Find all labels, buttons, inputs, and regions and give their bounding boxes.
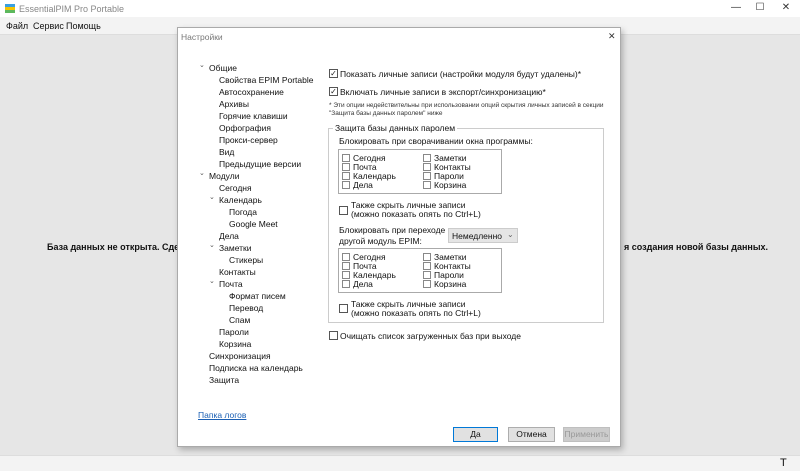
ok-button[interactable]: Да bbox=[453, 427, 498, 442]
module-checkbox[interactable] bbox=[423, 181, 431, 189]
chevron-down-icon[interactable]: ⌄ bbox=[209, 277, 215, 285]
clear-list-label: Очищать список загруженных баз при выход… bbox=[340, 331, 521, 341]
show-private-label: Показать личные записи (настройки модуля… bbox=[340, 69, 582, 79]
text-cursor-icon: T bbox=[780, 457, 787, 469]
lock-timing-select[interactable]: Немедленно ⌄ bbox=[448, 228, 518, 243]
tree-item[interactable]: Общие bbox=[209, 63, 237, 73]
menu-help[interactable]: Помощь bbox=[66, 21, 101, 31]
tree-item[interactable]: Автосохранение bbox=[219, 87, 284, 97]
hide-private-checkbox-2[interactable] bbox=[339, 304, 348, 313]
note-text-2: "Защита базы данных паролем" ниже bbox=[329, 110, 443, 117]
tree-item[interactable]: Предыдущие версии bbox=[219, 159, 301, 169]
menu-file[interactable]: Файл bbox=[6, 21, 28, 31]
app-logo-icon bbox=[5, 4, 15, 13]
tree-item[interactable]: Календарь bbox=[219, 195, 262, 205]
module-checkbox[interactable] bbox=[342, 280, 350, 288]
tree-item[interactable]: Корзина bbox=[219, 339, 251, 349]
module-label: Дела bbox=[353, 180, 373, 190]
switch-lock-label: Блокировать при переходе на bbox=[339, 225, 458, 235]
tree-item[interactable]: Модули bbox=[209, 171, 239, 181]
window-title: EssentialPIM Pro Portable bbox=[19, 4, 125, 14]
module-checkbox[interactable] bbox=[423, 154, 431, 162]
hide-private-checkbox-1[interactable] bbox=[339, 206, 348, 215]
settings-dialog: Настройки ✕ ⌄ Общие Свойства EPIM Portable… bbox=[177, 27, 621, 447]
module-checkbox[interactable] bbox=[423, 280, 431, 288]
show-private-checkbox[interactable]: ✓ bbox=[329, 69, 338, 78]
minimize-lock-label: Блокировать при сворачивании окна програ… bbox=[339, 136, 533, 146]
tree-item[interactable]: Горячие клавиши bbox=[219, 111, 288, 121]
tree-item[interactable]: Дела bbox=[219, 231, 239, 241]
tree-item[interactable]: Заметки bbox=[219, 243, 252, 253]
module-checkbox[interactable] bbox=[423, 271, 431, 279]
tree-item[interactable]: Пароли bbox=[219, 327, 249, 337]
module-checkbox[interactable] bbox=[342, 154, 350, 162]
note-text: * Эти опции недействительны при использо… bbox=[329, 102, 604, 109]
module-checkbox[interactable] bbox=[342, 172, 350, 180]
module-checkbox[interactable] bbox=[342, 181, 350, 189]
tree-item[interactable]: Защита bbox=[209, 375, 239, 385]
group-title: Защита базы данных паролем bbox=[333, 123, 458, 133]
title-bar: EssentialPIM Pro Portable — ☐ ✕ bbox=[0, 0, 800, 17]
dialog-title: Настройки bbox=[181, 32, 223, 42]
chevron-down-icon[interactable]: ⌄ bbox=[209, 193, 215, 201]
tree-item[interactable]: Подписка на календарь bbox=[209, 363, 303, 373]
tree-item[interactable]: Сегодня bbox=[219, 183, 252, 193]
tree-item[interactable]: Формат писем bbox=[229, 291, 286, 301]
module-label: Дела bbox=[353, 279, 373, 289]
tree-item[interactable]: Вид bbox=[219, 147, 234, 157]
module-checkbox[interactable] bbox=[423, 262, 431, 270]
menu-service[interactable]: Сервис bbox=[33, 21, 64, 31]
cancel-button[interactable]: Отмена bbox=[508, 427, 555, 442]
include-private-checkbox[interactable]: ✓ bbox=[329, 87, 338, 96]
clear-list-checkbox[interactable] bbox=[329, 331, 338, 340]
module-label: Корзина bbox=[434, 180, 467, 190]
tree-item[interactable]: Спам bbox=[229, 315, 250, 325]
tree-item[interactable]: Почта bbox=[219, 279, 243, 289]
close-button[interactable]: ✕ bbox=[776, 2, 796, 13]
tree-item[interactable]: Архивы bbox=[219, 99, 249, 109]
switch-lock-label-2: другой модуль EPIM: bbox=[339, 236, 422, 246]
tree-item[interactable]: Прокси-сервер bbox=[219, 135, 278, 145]
module-checkbox[interactable] bbox=[423, 172, 431, 180]
module-checkbox[interactable] bbox=[342, 262, 350, 270]
chevron-down-icon: ⌄ bbox=[507, 230, 514, 239]
status-bar: T bbox=[0, 455, 800, 471]
no-database-message: База данных не открыта. Сдела bbox=[47, 242, 190, 252]
module-checkbox[interactable] bbox=[342, 271, 350, 279]
minimize-button[interactable]: — bbox=[726, 2, 746, 13]
logs-folder-link[interactable]: Папка логов bbox=[198, 410, 246, 420]
tree-item[interactable]: Орфография bbox=[219, 123, 271, 133]
module-checkbox[interactable] bbox=[342, 163, 350, 171]
dialog-close-button[interactable]: ✕ bbox=[608, 31, 616, 42]
chevron-down-icon[interactable]: ⌄ bbox=[199, 61, 205, 69]
tree-item[interactable]: Google Meet bbox=[229, 219, 278, 229]
include-private-label: Включать личные записи в экспорт/синхрон… bbox=[340, 87, 546, 97]
tree-item[interactable]: Перевод bbox=[229, 303, 263, 313]
switch-modules-list: Сегодня Почта Календарь Дела Заметки Контакты… bbox=[338, 248, 502, 293]
minimize-modules-list: Сегодня Почта Календарь Дела Заметки Контакты… bbox=[338, 149, 502, 194]
no-database-message-end: я создания новой базы данных. bbox=[624, 242, 769, 252]
tree-item[interactable]: Контакты bbox=[219, 267, 256, 277]
apply-button[interactable]: Применить bbox=[563, 427, 610, 442]
chevron-down-icon[interactable]: ⌄ bbox=[209, 241, 215, 249]
tree-item[interactable]: Стикеры bbox=[229, 255, 263, 265]
hide-private-hint-1: (можно показать опять по Ctrl+L) bbox=[351, 209, 481, 219]
lock-timing-value: Немедленно bbox=[452, 231, 503, 241]
hide-private-hint-2: (можно показать опять по Ctrl+L) bbox=[351, 308, 481, 318]
module-label: Корзина bbox=[434, 279, 467, 289]
maximize-button[interactable]: ☐ bbox=[750, 2, 770, 13]
tree-item[interactable]: Свойства EPIM Portable bbox=[219, 75, 314, 85]
module-checkbox[interactable] bbox=[423, 253, 431, 261]
module-checkbox[interactable] bbox=[342, 253, 350, 261]
chevron-down-icon[interactable]: ⌄ bbox=[199, 169, 205, 177]
tree-item[interactable]: Синхронизация bbox=[209, 351, 271, 361]
tree-item[interactable]: Погода bbox=[229, 207, 257, 217]
module-checkbox[interactable] bbox=[423, 163, 431, 171]
